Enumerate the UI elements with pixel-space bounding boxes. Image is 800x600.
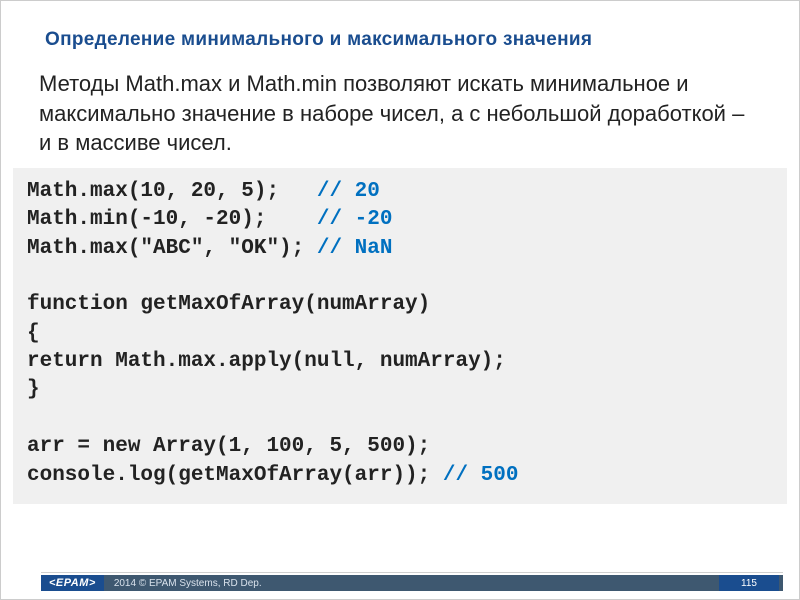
footer-copyright: 2014 © EPAM Systems, RD Dep. — [104, 578, 262, 589]
footer-bar: <EPAM> 2014 © EPAM Systems, RD Dep. 115 — [41, 575, 783, 591]
code-line: console.log(getMaxOfArray(arr)); — [27, 464, 443, 487]
code-line: Math.min(-10, -20); — [27, 208, 317, 231]
code-comment: // 500 — [443, 464, 519, 487]
slide-footer: <EPAM> 2014 © EPAM Systems, RD Dep. 115 — [1, 569, 799, 591]
epam-logo: <EPAM> — [41, 575, 104, 591]
code-comment: // -20 — [317, 208, 393, 231]
code-line: return Math.max.apply(null, numArray); — [27, 350, 506, 373]
code-comment: // 20 — [317, 180, 380, 203]
slide-title: Определение минимального и максимального… — [1, 1, 799, 51]
code-line: } — [27, 378, 40, 401]
slide-body-text: Методы Math.max и Math.min позволяют иск… — [1, 51, 799, 158]
page-number: 115 — [719, 575, 779, 591]
code-line: { — [27, 322, 40, 345]
code-line: arr = new Array(1, 100, 5, 500); — [27, 435, 430, 458]
code-line: Math.max("ABC", "OK"); — [27, 237, 317, 260]
code-comment: // NaN — [317, 237, 393, 260]
code-block: Math.max(10, 20, 5); // 20 Math.min(-10,… — [13, 168, 787, 504]
code-line: Math.max(10, 20, 5); — [27, 180, 317, 203]
slide: Определение минимального и максимального… — [0, 0, 800, 600]
footer-divider — [41, 572, 783, 573]
code-line: function getMaxOfArray(numArray) — [27, 293, 430, 316]
